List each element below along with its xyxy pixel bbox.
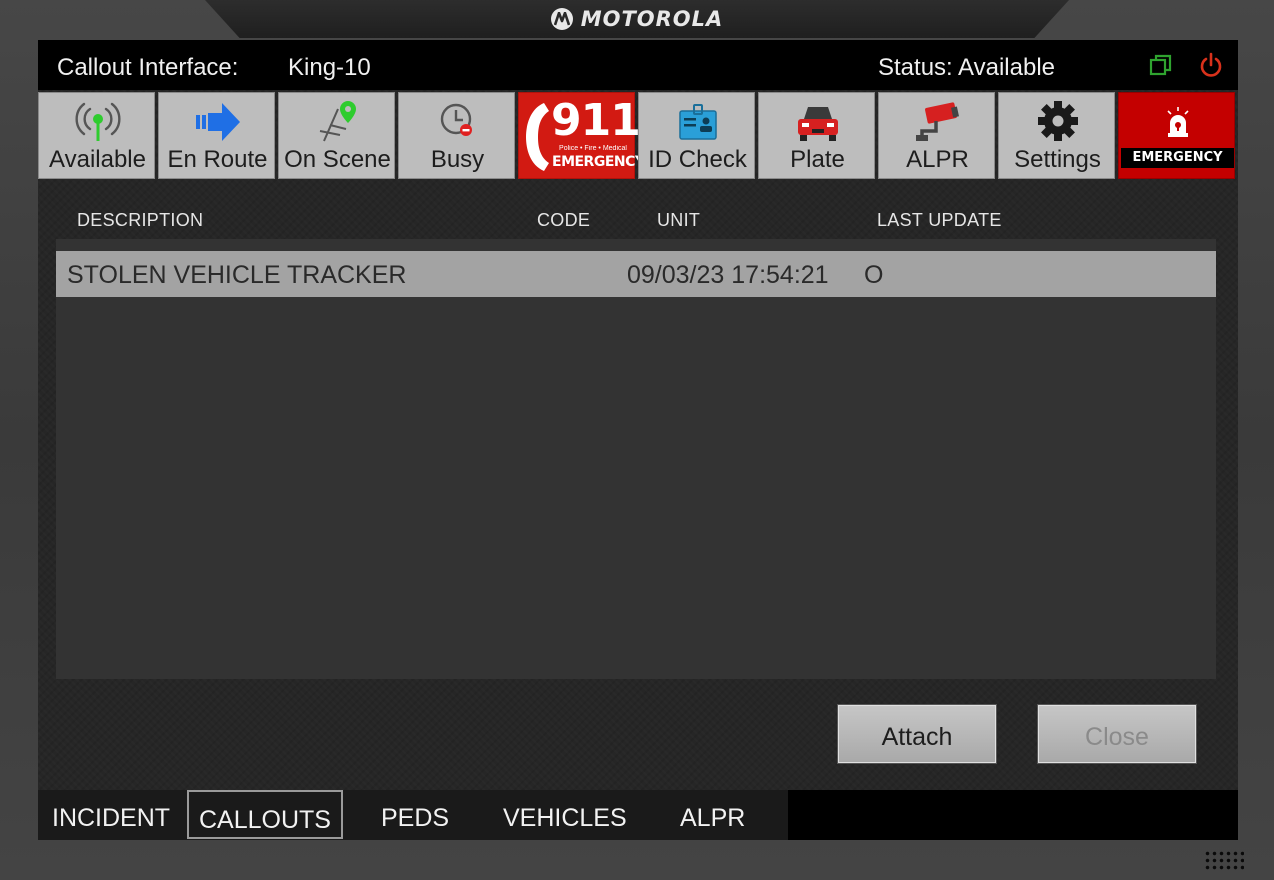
header-code: CODE <box>537 210 591 230</box>
settings-label: Settings <box>1014 146 1101 173</box>
on-scene-button[interactable]: On Scene <box>278 92 395 179</box>
motorola-m-icon <box>550 8 573 30</box>
emergency-label: EMERGENCY <box>1121 148 1234 168</box>
tab-alpr[interactable]: ALPR <box>680 804 745 833</box>
close-button[interactable]: Close <box>1037 704 1197 764</box>
emergency-911-button[interactable]: 911 Police • Fire • Medical EMERGENCY <box>518 92 645 179</box>
alpr-label: ALPR <box>906 146 969 173</box>
security-camera-icon <box>879 99 996 145</box>
phone-icon <box>526 103 549 171</box>
resize-grip-icon[interactable] <box>1204 850 1244 872</box>
brand-header: MOTOROLA <box>0 0 1274 38</box>
tab-peds[interactable]: PEDS <box>381 804 449 833</box>
unit-callsign: King-10 <box>288 54 371 81</box>
car-icon <box>759 99 876 145</box>
available-label: Available <box>49 146 146 173</box>
status-text: Status: Available <box>878 54 1056 81</box>
e911-number: 911 <box>551 95 641 146</box>
emergency-button[interactable]: EMERGENCY <box>1118 92 1235 179</box>
e911-emergency-word: EMERGENCY <box>552 154 645 170</box>
emergency-bar <box>1121 170 1234 176</box>
tab-callouts[interactable]: CALLOUTS <box>187 790 343 839</box>
radio-signal-icon <box>39 99 156 145</box>
map-pin-icon <box>279 99 396 145</box>
gear-icon <box>999 99 1116 145</box>
header-description: DESCRIPTION <box>77 210 204 230</box>
on-scene-label: On Scene <box>284 146 391 173</box>
available-button[interactable]: Available <box>38 92 155 179</box>
bottom-tab-bar: INCIDENT CALLOUTS PEDS VEHICLES ALPR <box>38 790 1238 840</box>
attach-button[interactable]: Attach <box>837 704 997 764</box>
mdt-screen: Callout Interface: King-10 Status: Avail… <box>38 40 1238 840</box>
header-last-update: LAST UPDATE <box>877 210 1002 230</box>
id-check-label: ID Check <box>648 146 747 173</box>
brand-name: MOTOROLA <box>580 7 724 31</box>
settings-button[interactable]: Settings <box>998 92 1115 179</box>
siren-icon <box>1119 105 1236 151</box>
tab-incident[interactable]: INCIDENT <box>52 804 170 833</box>
busy-button[interactable]: Busy <box>398 92 515 179</box>
en-route-button[interactable]: En Route <box>158 92 275 179</box>
id-check-button[interactable]: ID Check <box>638 92 755 179</box>
alpr-button[interactable]: ALPR <box>878 92 995 179</box>
plate-button[interactable]: Plate <box>758 92 875 179</box>
header-unit: UNIT <box>657 210 701 230</box>
arrow-right-icon <box>159 99 276 145</box>
tab-vehicles[interactable]: VEHICLES <box>503 804 627 833</box>
clock-icon <box>399 99 516 145</box>
busy-label: Busy <box>430 146 485 173</box>
id-card-icon <box>639 99 756 145</box>
window-copy-icon[interactable] <box>1148 52 1174 78</box>
en-route-label: En Route <box>167 146 268 173</box>
interface-label: Callout Interface: <box>57 54 239 81</box>
row-description: STOLEN VEHICLE TRACKER <box>67 261 407 289</box>
tab-bar-filler <box>788 790 1238 840</box>
row-timestamp: 09/03/23 17:54:21 <box>627 261 829 289</box>
table-row[interactable]: STOLEN VEHICLE TRACKER 09/03/23 17:54:21… <box>56 251 1216 297</box>
row-code: O <box>864 261 884 289</box>
status-toolbar: Available En Route On Scene Busy 911 Pol… <box>38 92 1238 180</box>
e911-subtitle: Police • Fire • Medical <box>559 145 627 152</box>
plate-label: Plate <box>790 146 845 173</box>
power-icon[interactable] <box>1198 52 1224 78</box>
callouts-table[interactable]: STOLEN VEHICLE TRACKER 09/03/23 17:54:21… <box>56 239 1216 679</box>
title-bar: Callout Interface: King-10 Status: Avail… <box>38 40 1238 90</box>
